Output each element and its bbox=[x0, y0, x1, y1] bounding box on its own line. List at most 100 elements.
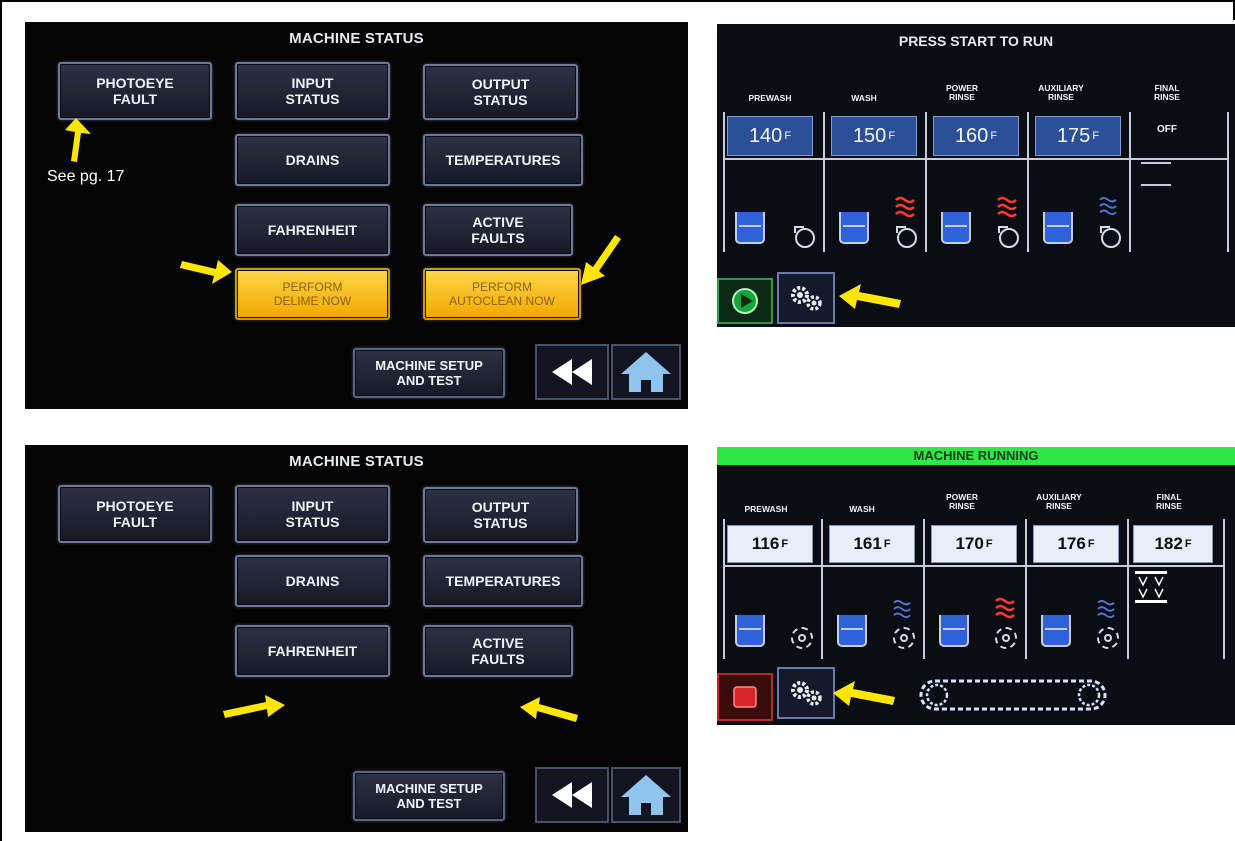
pump-running-icon bbox=[791, 627, 813, 649]
prewash-label: PREWASH bbox=[748, 93, 792, 103]
back-button[interactable] bbox=[535, 767, 609, 823]
drains-button[interactable]: DRAINS bbox=[235, 134, 390, 186]
wash-tank-icon bbox=[839, 212, 869, 244]
screen-title: MACHINE STATUS bbox=[289, 453, 424, 470]
pump-running-icon bbox=[1097, 627, 1119, 649]
heater-icon bbox=[997, 196, 1017, 218]
machine-status-screen-2: MACHINE STATUS PHOTOEYE FAULT INPUT STAT… bbox=[25, 445, 688, 832]
page-border-top bbox=[0, 0, 1235, 2]
start-button[interactable] bbox=[717, 278, 773, 324]
home-button[interactable] bbox=[611, 344, 681, 400]
output-status-button[interactable]: OUTPUT STATUS bbox=[423, 64, 578, 120]
arrow-to-autoclean-icon bbox=[581, 235, 621, 285]
machine-setup-button[interactable]: MACHINE SETUP AND TEST bbox=[353, 771, 505, 821]
prewash-temp: 140 F bbox=[727, 116, 813, 156]
wash-tank-icon bbox=[837, 615, 867, 647]
perform-autoclean-button[interactable]: PERFORM AUTOCLEAN NOW bbox=[423, 268, 581, 320]
pump-icon bbox=[794, 226, 815, 248]
screen-title: MACHINE RUNNING bbox=[913, 448, 1039, 463]
pump-icon bbox=[1100, 226, 1121, 248]
prewash-tank-icon bbox=[735, 212, 765, 244]
arrow-to-photoeye-icon bbox=[65, 118, 91, 162]
heater-icon bbox=[893, 600, 911, 618]
arrow-to-settings-icon bbox=[839, 284, 901, 309]
final-rinse-indicator bbox=[1141, 184, 1171, 186]
screen-title: MACHINE STATUS bbox=[289, 30, 424, 47]
home-icon bbox=[621, 352, 671, 392]
column-divider bbox=[1129, 112, 1131, 252]
machine-status-screen-1: MACHINE STATUS PHOTOEYE FAULT INPUT STAT… bbox=[25, 22, 688, 409]
double-left-arrow-icon bbox=[552, 359, 592, 385]
heater-icon bbox=[1097, 600, 1115, 618]
arrow-to-delime-icon bbox=[180, 260, 232, 284]
photoeye-fault-button[interactable]: PHOTOEYE FAULT bbox=[58, 485, 212, 543]
drains-button[interactable]: DRAINS bbox=[235, 555, 390, 607]
row-divider bbox=[723, 158, 1229, 160]
input-status-button[interactable]: INPUT STATUS bbox=[235, 485, 390, 543]
settings-button[interactable] bbox=[777, 272, 835, 324]
stop-icon bbox=[733, 686, 757, 708]
column-divider bbox=[723, 519, 725, 659]
auxiliary-rinse-temp: 176 F bbox=[1033, 525, 1119, 563]
pump-running-icon bbox=[995, 627, 1017, 649]
active-faults-button[interactable]: ACTIVE FAULTS bbox=[423, 204, 573, 256]
prewash-temp: 116 F bbox=[727, 525, 813, 563]
heater-icon bbox=[995, 597, 1015, 619]
pump-icon bbox=[896, 226, 917, 248]
power-rinse-tank-icon bbox=[941, 212, 971, 244]
wash-label: WASH bbox=[851, 93, 877, 103]
final-rinse-indicator bbox=[1141, 162, 1171, 164]
prewash-tank-icon bbox=[735, 615, 765, 647]
perform-delime-button[interactable]: PERFORM DELIME NOW bbox=[235, 268, 390, 320]
press-start-screen: PRESS START TO RUN PREWASH WASH POWER RI… bbox=[717, 24, 1235, 327]
final-rinse-temp: OFF bbox=[1157, 124, 1177, 135]
row-divider bbox=[723, 565, 1225, 567]
arrow-to-hidden-delime-icon bbox=[223, 695, 285, 718]
power-rinse-temp: 170 F bbox=[931, 525, 1017, 563]
wash-temp: 150 F bbox=[831, 116, 917, 156]
machine-running-screen: MACHINE RUNNING PREWASH WASH POWER RINSE… bbox=[717, 447, 1235, 725]
stop-button[interactable] bbox=[717, 673, 773, 721]
final-rinse-label: FINAL RINSE bbox=[1154, 83, 1180, 102]
fahrenheit-button[interactable]: FAHRENHEIT bbox=[235, 204, 390, 256]
final-rinse-temp: 182 F bbox=[1133, 525, 1213, 563]
column-divider bbox=[923, 519, 925, 659]
auxiliary-rinse-label: AUXILIARY RINSE bbox=[1036, 492, 1082, 511]
column-divider bbox=[1227, 112, 1229, 252]
final-rinse-label: FINAL RINSE bbox=[1156, 492, 1182, 511]
heater-icon bbox=[1099, 197, 1117, 215]
power-rinse-label: POWER RINSE bbox=[945, 492, 979, 511]
input-status-button[interactable]: INPUT STATUS bbox=[235, 62, 390, 120]
see-page-note: See pg. 17 bbox=[47, 168, 125, 185]
column-divider bbox=[823, 112, 825, 252]
arrow-to-settings-icon bbox=[833, 681, 895, 706]
auxiliary-rinse-tank-icon bbox=[1041, 615, 1071, 647]
power-rinse-temp: 160 F bbox=[933, 116, 1019, 156]
play-icon bbox=[732, 288, 758, 314]
back-button[interactable] bbox=[535, 344, 609, 400]
arrow-to-hidden-autoclean-icon bbox=[520, 697, 578, 722]
gears-icon bbox=[791, 681, 822, 706]
settings-button[interactable] bbox=[777, 667, 835, 719]
column-divider bbox=[1223, 519, 1225, 659]
wash-temp: 161 F bbox=[829, 525, 915, 563]
home-button[interactable] bbox=[611, 767, 681, 823]
temperatures-button[interactable]: TEMPERATURES bbox=[423, 134, 583, 186]
pump-icon bbox=[998, 226, 1019, 248]
output-status-button[interactable]: OUTPUT STATUS bbox=[423, 487, 578, 543]
double-left-arrow-icon bbox=[552, 782, 592, 808]
conveyor-icon bbox=[914, 670, 1112, 718]
active-faults-button[interactable]: ACTIVE FAULTS bbox=[423, 625, 573, 677]
auxiliary-rinse-temp: 175 F bbox=[1035, 116, 1121, 156]
fahrenheit-button[interactable]: FAHRENHEIT bbox=[235, 625, 390, 677]
power-rinse-tank-icon bbox=[939, 615, 969, 647]
page-border-left bbox=[0, 0, 2, 841]
column-divider bbox=[1025, 519, 1027, 659]
machine-setup-button[interactable]: MACHINE SETUP AND TEST bbox=[353, 348, 505, 398]
gears-icon bbox=[791, 286, 822, 311]
pump-running-icon bbox=[893, 627, 915, 649]
screen-title: PRESS START TO RUN bbox=[898, 33, 1054, 49]
temperatures-button[interactable]: TEMPERATURES bbox=[423, 555, 583, 607]
photoeye-fault-button[interactable]: PHOTOEYE FAULT bbox=[58, 62, 212, 120]
power-rinse-label: POWER RINSE bbox=[945, 83, 979, 102]
